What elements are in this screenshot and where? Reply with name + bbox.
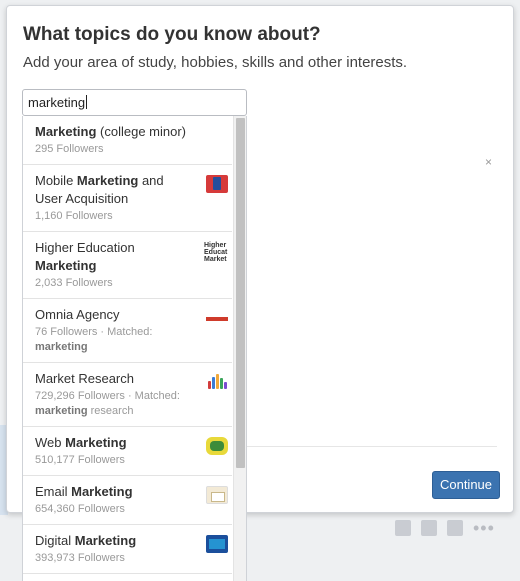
- higher-education-thumbnail: Higher Educat Market: [204, 242, 228, 264]
- matched-label: · Matched:: [124, 390, 180, 402]
- suggestion-meta: 510,177 Followers: [35, 453, 192, 468]
- suggestion-name: Marketing (college minor): [35, 123, 192, 141]
- follower-count: 393,973 Followers: [35, 552, 125, 564]
- modal-subtitle: Add your area of study, hobbies, skills …: [23, 54, 408, 71]
- mobile-marketing-thumbnail: [206, 175, 228, 193]
- modal-title: What topics do you know about?: [23, 24, 321, 45]
- follower-count: 729,296 Followers: [35, 390, 125, 402]
- suggestion-name-text: Email: [35, 484, 72, 499]
- email-marketing-thumbnail: [206, 486, 228, 504]
- topic-search-input[interactable]: marketing: [22, 89, 247, 116]
- suggestion-meta: 76 Followers · Matched: marketing: [35, 325, 192, 355]
- matched-label: · Matched:: [97, 326, 153, 338]
- suggestion-meta: 654,360 Followers: [35, 502, 192, 517]
- more-icon[interactable]: •••: [473, 519, 495, 537]
- suggestion-meta: 393,973 Followers: [35, 551, 192, 566]
- matched-term: marketing: [35, 341, 88, 353]
- suggestion-name-text: (college minor): [96, 124, 186, 139]
- topic-suggestions-dropdown: Marketing (college minor) 295 Followers Mo…: [22, 116, 247, 581]
- suggestion-item[interactable]: Email Marketing 654,360 Followers: [23, 476, 232, 525]
- research-bar-glyph: [212, 377, 215, 389]
- suggestion-name-text: Market Research: [35, 371, 134, 386]
- suggestions-list: Marketing (college minor) 295 Followers Mo…: [23, 116, 232, 574]
- market-research-thumbnail: [206, 373, 228, 391]
- share-icon[interactable]: [447, 520, 463, 536]
- suggestion-name-match: Marketing: [76, 173, 139, 188]
- follower-count: 1,160 Followers: [35, 210, 113, 222]
- suggestion-item[interactable]: Mobile Marketing and User Acquisition 1,1…: [23, 165, 232, 232]
- suggestion-name-text: Mobile: [35, 173, 77, 188]
- suggestion-name: Market Research: [35, 370, 192, 388]
- suggestion-item[interactable]: Higher Education Marketing 2,033 Follower…: [23, 232, 232, 299]
- suggestion-meta: 1,160 Followers: [35, 209, 192, 224]
- follower-count: 76 Followers: [35, 326, 98, 338]
- text-caret: [86, 95, 88, 109]
- dropdown-scrollbar[interactable]: [233, 116, 246, 581]
- suggestion-name: Email Marketing: [35, 483, 192, 501]
- web-marketing-thumbnail: [206, 437, 228, 455]
- twitter-icon[interactable]: [421, 520, 437, 536]
- suggestion-name: Omnia Agency: [35, 306, 192, 324]
- scrollbar-thumb[interactable]: [236, 118, 245, 468]
- suggestion-item[interactable]: Digital Marketing 393,973 Followers: [23, 525, 232, 574]
- suggestion-item[interactable]: Marketing (college minor) 295 Followers: [23, 116, 232, 165]
- suggestion-name: Web Marketing: [35, 434, 192, 452]
- follower-count: 2,033 Followers: [35, 277, 113, 289]
- suggestion-meta: 729,296 Followers · Matched: marketing r…: [35, 389, 192, 419]
- suggestion-name-match: Marketing: [35, 124, 97, 139]
- research-bar-glyph: [220, 378, 223, 389]
- suggestion-name-text: Digital: [35, 533, 75, 548]
- suggestion-name: Mobile Marketing and User Acquisition: [35, 172, 192, 208]
- suggestion-name-match: Marketing: [71, 484, 133, 499]
- suggestion-item[interactable]: Omnia Agency 76 Followers · Matched: mark…: [23, 299, 232, 363]
- suggestion-meta: 295 Followers: [35, 142, 192, 157]
- suggestion-item[interactable]: Market Research 729,296 Followers · Match…: [23, 363, 232, 427]
- suggestion-item[interactable]: Web Marketing 510,177 Followers: [23, 427, 232, 476]
- suggestion-name: Digital Marketing: [35, 532, 192, 550]
- follower-count: 510,177 Followers: [35, 454, 125, 466]
- suggestion-meta: 2,033 Followers: [35, 276, 192, 291]
- suggestion-name-match: Marketing: [74, 533, 137, 548]
- follower-count: 295 Followers: [35, 143, 104, 155]
- matched-term: marketing: [35, 405, 88, 417]
- matched-term-rest: research: [87, 405, 134, 417]
- research-bar-glyph: [216, 374, 219, 389]
- suggestion-name-match: Marketing: [65, 435, 127, 450]
- research-bar-glyph: [208, 381, 211, 389]
- suggestion-name-text: Web: [35, 435, 66, 450]
- facebook-icon[interactable]: [395, 520, 411, 536]
- digital-marketing-thumbnail: [206, 535, 228, 553]
- suggestion-name-match: Marketing: [35, 258, 97, 273]
- remove-topic-icon[interactable]: ×: [485, 155, 492, 169]
- suggestion-name-text: Higher Education: [35, 240, 135, 255]
- suggestion-name-text: Omnia Agency: [35, 307, 120, 322]
- modal-divider: [247, 446, 497, 447]
- omnia-agency-thumbnail: [206, 309, 228, 327]
- suggestion-name: Higher Education Marketing: [35, 239, 192, 275]
- follower-count: 654,360 Followers: [35, 503, 125, 515]
- search-input-value: marketing: [28, 95, 86, 110]
- background-share-bar: •••: [395, 519, 495, 537]
- research-bar-glyph: [224, 382, 227, 389]
- continue-button[interactable]: Continue: [432, 471, 500, 499]
